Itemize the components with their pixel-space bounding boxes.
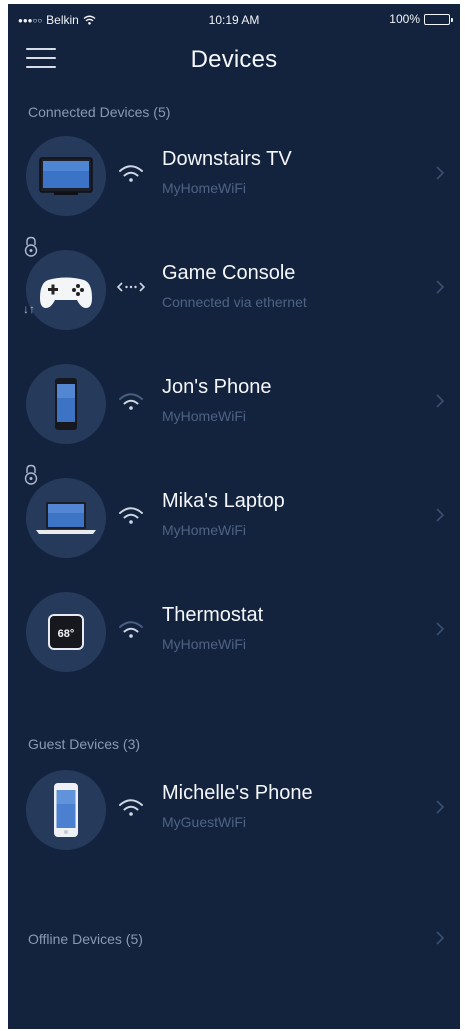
chevron-right-icon [436, 931, 445, 945]
device-avatar: 68° [26, 592, 106, 672]
device-name: Game Console [162, 262, 296, 284]
battery-status: 100% [389, 12, 453, 26]
tv-icon [39, 157, 93, 195]
device-name: Mika's Laptop [162, 490, 285, 512]
device-network: MyHomeWiFi [162, 408, 246, 424]
phone-icon [54, 783, 78, 837]
device-network: MyHomeWiFi [162, 636, 246, 652]
ethernet-icon [116, 282, 146, 292]
page-title: Devices [190, 46, 278, 73]
app-screen: ●●●○○ Belkin 10:19 AM 100% Devices Conne… [8, 4, 460, 1029]
device-row-michelles-phone[interactable]: Michelle's Phone MyGuestWiFi [8, 762, 460, 858]
wifi-icon [119, 165, 143, 182]
device-avatar [26, 136, 106, 216]
device-name: Downstairs TV [162, 148, 292, 170]
device-avatar [26, 770, 106, 850]
offline-devices-header: Offline Devices (5) [28, 931, 143, 947]
device-row-jons-phone[interactable]: Jon's Phone MyHomeWiFi [8, 356, 460, 452]
wifi-icon [119, 799, 143, 816]
device-row-mikas-laptop[interactable]: Mika's Laptop MyHomeWiFi [8, 464, 460, 566]
device-row-thermostat[interactable]: 68° Thermostat MyHomeWiFi [8, 584, 460, 680]
chevron-right-icon [436, 508, 445, 522]
transfer-icon: ↓↑ [23, 302, 35, 316]
wifi-icon [119, 393, 143, 410]
device-avatar [26, 364, 106, 444]
device-network: MyHomeWiFi [162, 522, 246, 538]
device-avatar [26, 478, 106, 558]
wifi-icon [119, 507, 143, 524]
phone-icon [55, 378, 77, 430]
chevron-right-icon [436, 800, 445, 814]
thermostat-icon: 68° [48, 614, 84, 650]
device-name: Jon's Phone [162, 376, 272, 398]
device-name: Michelle's Phone [162, 782, 313, 804]
gamepad-icon [40, 277, 92, 308]
status-bar: ●●●○○ Belkin 10:19 AM 100% [8, 4, 460, 34]
battery-percent: 100% [389, 12, 420, 26]
offline-devices-row[interactable]: Offline Devices (5) [8, 919, 460, 959]
device-name: Thermostat [162, 604, 264, 626]
chevron-right-icon [436, 394, 445, 408]
device-row-downstairs-tv[interactable]: Downstairs TV MyHomeWiFi [8, 128, 460, 224]
chevron-right-icon [436, 622, 445, 636]
thermostat-reading: 68° [58, 628, 75, 640]
laptop-icon [36, 502, 96, 534]
device-network: Connected via ethernet [162, 294, 307, 310]
chevron-right-icon [436, 166, 445, 180]
wifi-icon [119, 621, 143, 638]
device-network: MyGuestWiFi [162, 814, 246, 830]
battery-icon [424, 13, 453, 25]
guest-devices-header: Guest Devices (3) [28, 736, 141, 752]
device-row-game-console[interactable]: ↓↑ Game Console Connected via ethernet [8, 236, 460, 338]
chevron-right-icon [436, 280, 445, 294]
device-avatar [26, 250, 106, 330]
device-network: MyHomeWiFi [162, 180, 246, 196]
connected-devices-header: Connected Devices (5) [28, 104, 171, 120]
